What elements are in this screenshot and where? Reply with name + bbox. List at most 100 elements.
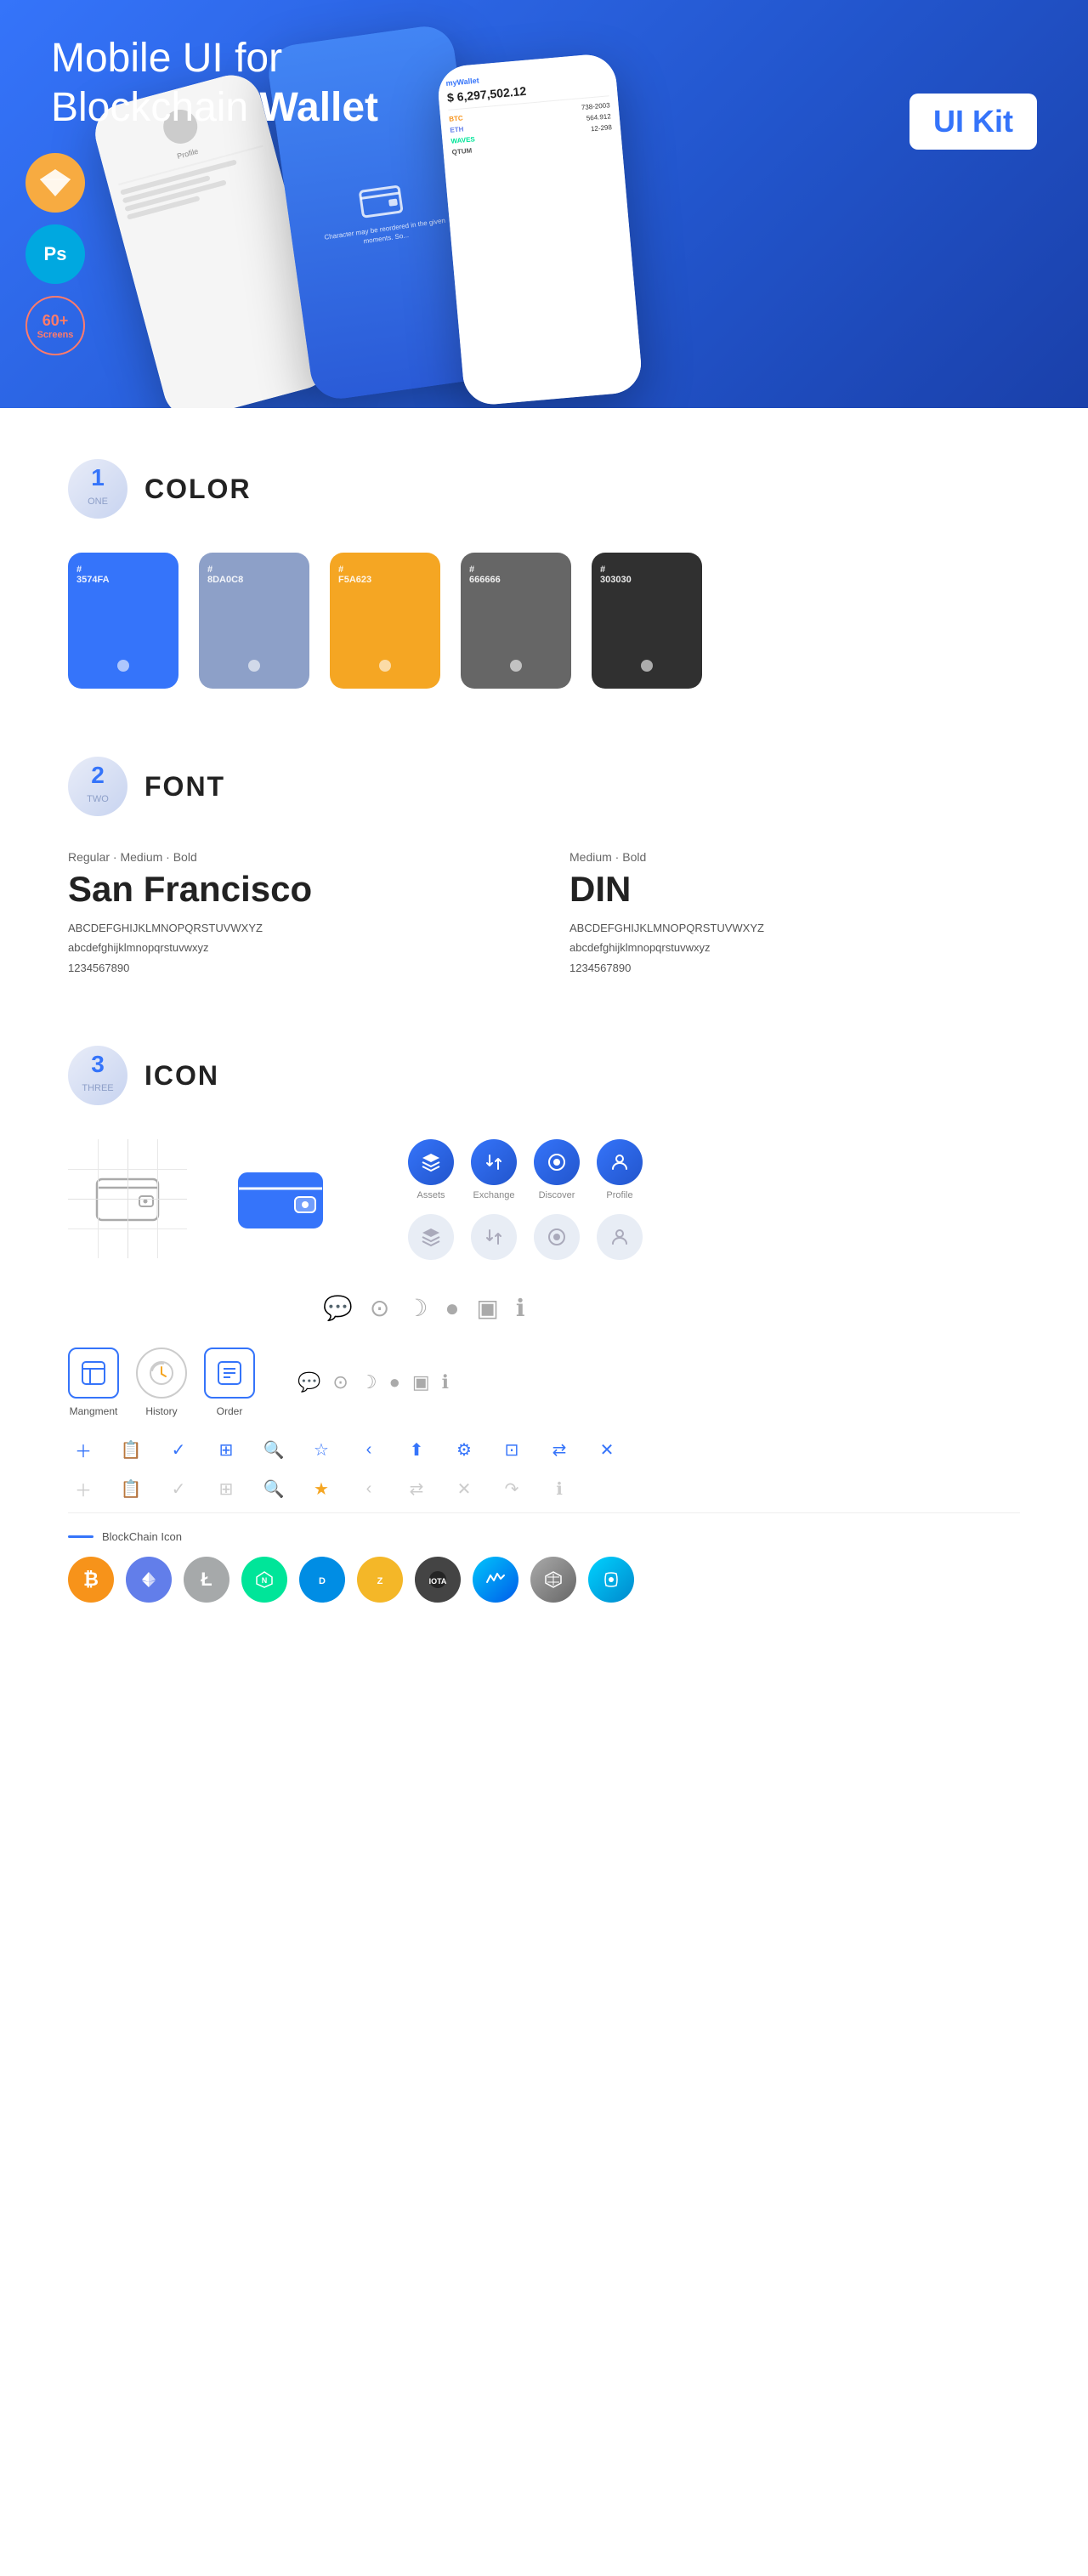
font-num-label: TWO — [87, 794, 109, 804]
blockchain-label: BlockChain Icon — [68, 1530, 1020, 1543]
small-icons-blue-row: ＋ 📋 ✓ ⊞ 🔍 ☆ ‹ ⬆ ⚙ ⊡ ⇄ ✕ — [68, 1434, 1020, 1465]
hero-badges: Ps 60+ Screens — [26, 153, 85, 355]
dot-sm-icon: ● — [389, 1371, 400, 1393]
icon-title: ICON — [144, 1060, 219, 1092]
discover-icon — [534, 1139, 580, 1185]
redo-gray-icon: ↷ — [496, 1473, 527, 1504]
exchange-label: Exchange — [473, 1190, 515, 1200]
icon-section-num: 3 THREE — [68, 1046, 128, 1105]
waves-coin — [473, 1557, 518, 1603]
color-code-gray-blue: #8DA0C8 — [207, 565, 243, 585]
share-icon: ⬆ — [401, 1434, 432, 1465]
star-filled-icon: ★ — [306, 1473, 337, 1504]
doc-gray-icon: 📋 — [116, 1473, 146, 1504]
din-nums: 1234567890 — [570, 958, 1020, 978]
divider — [68, 1512, 1020, 1513]
plus-icon: ＋ — [68, 1434, 99, 1465]
svg-text:IOTA: IOTA — [429, 1577, 447, 1586]
assets-gray-icon — [408, 1214, 454, 1260]
sketch-badge — [26, 153, 85, 213]
color-section-header: 1 ONE COLOR — [68, 459, 1020, 519]
wallet-wireframe — [68, 1139, 187, 1258]
din-style-label: Medium · Bold — [570, 850, 1020, 864]
eth-coin — [126, 1557, 172, 1603]
zcash-coin: Z — [357, 1557, 403, 1603]
info-sm-icon: ℹ — [442, 1371, 449, 1393]
management-icon — [68, 1348, 119, 1399]
screens-badge: 60+ Screens — [26, 296, 85, 355]
color-swatches: #3574FA #8DA0C8 #F5A623 #666666 #303030 — [68, 553, 1020, 689]
eos-coin — [530, 1557, 576, 1603]
font-sf: Regular · Medium · Bold San Francisco AB… — [68, 850, 518, 978]
iota-coin: IOTA — [415, 1557, 461, 1603]
wallet-wireframe-wrapper — [68, 1139, 187, 1258]
din-name: DIN — [570, 869, 1020, 910]
icon-num-digit: 3 — [91, 1053, 105, 1076]
colored-icons-row-bottom — [408, 1214, 643, 1260]
sf-name: San Francisco — [68, 869, 518, 910]
font-section-num: 2 TWO — [68, 757, 128, 816]
history-icon-item: History — [136, 1348, 187, 1417]
din-upper: ABCDEFGHIJKLMNOPQRSTUVWXYZ — [570, 918, 1020, 938]
ui-kit-badge: UI Kit — [910, 94, 1037, 150]
color-dot-dark — [641, 660, 653, 672]
neo-coin: N — [241, 1557, 287, 1603]
color-code-orange: #F5A623 — [338, 565, 371, 585]
layers-sm-icon: ⊙ — [332, 1371, 348, 1393]
order-icon-item: Order — [204, 1348, 255, 1417]
chat-sm-icon: 💬 — [298, 1371, 320, 1393]
svg-text:Z: Z — [377, 1576, 383, 1586]
blockchain-line — [68, 1535, 94, 1538]
search-gray-icon: 🔍 — [258, 1473, 289, 1504]
icon-num-label: THREE — [82, 1083, 113, 1093]
chevron-left-icon: ‹ — [354, 1434, 384, 1465]
icon-section-header: 3 THREE ICON — [68, 1046, 1020, 1105]
arrow-gray-icon: ⇄ — [401, 1473, 432, 1504]
blockchain-text: BlockChain Icon — [102, 1530, 182, 1543]
chevron-gray-icon: ‹ — [354, 1473, 384, 1504]
svg-text:D: D — [319, 1576, 326, 1586]
color-dot-blue — [117, 660, 129, 672]
din-lower: abcdefghijklmnopqrstuvwxyz — [570, 938, 1020, 957]
dash-coin: D — [299, 1557, 345, 1603]
hero-title-normal: Mobile UI for Blockchain — [51, 36, 282, 130]
screens-count: 60+ — [42, 312, 69, 330]
ltc-coin: Ł — [184, 1557, 230, 1603]
upload-icon: ⊡ — [496, 1434, 527, 1465]
discover-label: Discover — [539, 1190, 575, 1200]
misc-icons-row: 💬 ⊙ ☽ ● ▣ ℹ — [68, 1294, 1020, 1322]
layers-icon: ⊙ — [370, 1294, 389, 1322]
powr-coin — [588, 1557, 634, 1603]
color-title: COLOR — [144, 474, 252, 505]
crescent-sm-icon: ☽ — [360, 1371, 377, 1393]
colored-icons-row-top: Assets Exchange Discover — [408, 1139, 643, 1200]
gear-icon: ⚙ — [449, 1434, 479, 1465]
screens-label: Screens — [37, 330, 74, 340]
profile-gray-icon — [597, 1214, 643, 1260]
chat-icon: ▣ — [476, 1294, 498, 1322]
font-title: FONT — [144, 771, 225, 803]
color-card-blue: #3574FA — [68, 553, 178, 689]
order-icon — [204, 1348, 255, 1399]
color-card-dark: #303030 — [592, 553, 702, 689]
small-icons-gray-row: ＋ 📋 ✓ ⊞ 🔍 ★ ‹ ⇄ ✕ ↷ ℹ — [68, 1473, 1020, 1504]
profile-icon — [597, 1139, 643, 1185]
check-icon: ✓ — [163, 1434, 194, 1465]
order-label: Order — [217, 1405, 243, 1417]
crescent-icon: ☽ — [406, 1294, 428, 1322]
colored-icons-group: Assets Exchange Discover — [408, 1139, 643, 1260]
color-card-gray-blue: #8DA0C8 — [199, 553, 309, 689]
speech-sm-icon: ▣ — [412, 1371, 430, 1393]
history-label: History — [145, 1405, 177, 1417]
sf-lower: abcdefghijklmnopqrstuvwxyz — [68, 938, 518, 957]
icon-main-grid: Assets Exchange Discover — [68, 1139, 1020, 1260]
circle-icon: ● — [445, 1295, 459, 1322]
color-code-gray: #666666 — [469, 565, 501, 585]
x-gray-icon: ✕ — [449, 1473, 479, 1504]
exchange-icon — [471, 1139, 517, 1185]
color-card-orange: #F5A623 — [330, 553, 440, 689]
history-icon — [136, 1348, 187, 1399]
speech-icon: 💬 — [323, 1294, 353, 1322]
icon-exchange: Exchange — [471, 1139, 517, 1200]
management-icon-item: Mangment — [68, 1348, 119, 1417]
